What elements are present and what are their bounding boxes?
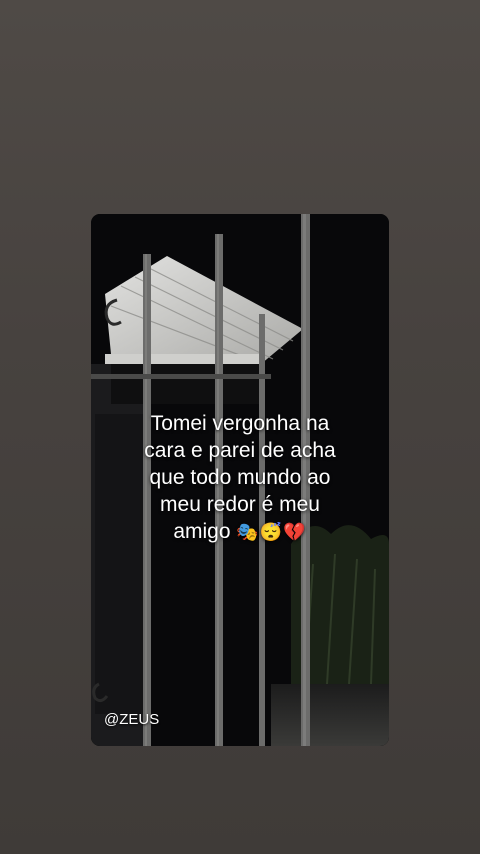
caption-line: Tomei vergonha na (150, 412, 330, 435)
story-caption: Tomei vergonha na cara e parei de acha q… (91, 410, 389, 546)
watermark-handle: @ZEUS (104, 711, 160, 728)
story-card[interactable]: Tomei vergonha na cara e parei de acha q… (91, 214, 389, 746)
caption-emojis: 🎭😴💔 (236, 522, 307, 542)
caption-line: cara e parei de acha (144, 439, 336, 462)
caption-line: meu redor é meu (160, 493, 320, 516)
caption-line: amigo (173, 520, 231, 543)
caption-last-line: amigo 🎭😴💔 (91, 518, 389, 546)
story-viewer: Tomei vergonha na cara e parei de acha q… (0, 0, 480, 854)
caption-line: que todo mundo ao (149, 466, 331, 489)
